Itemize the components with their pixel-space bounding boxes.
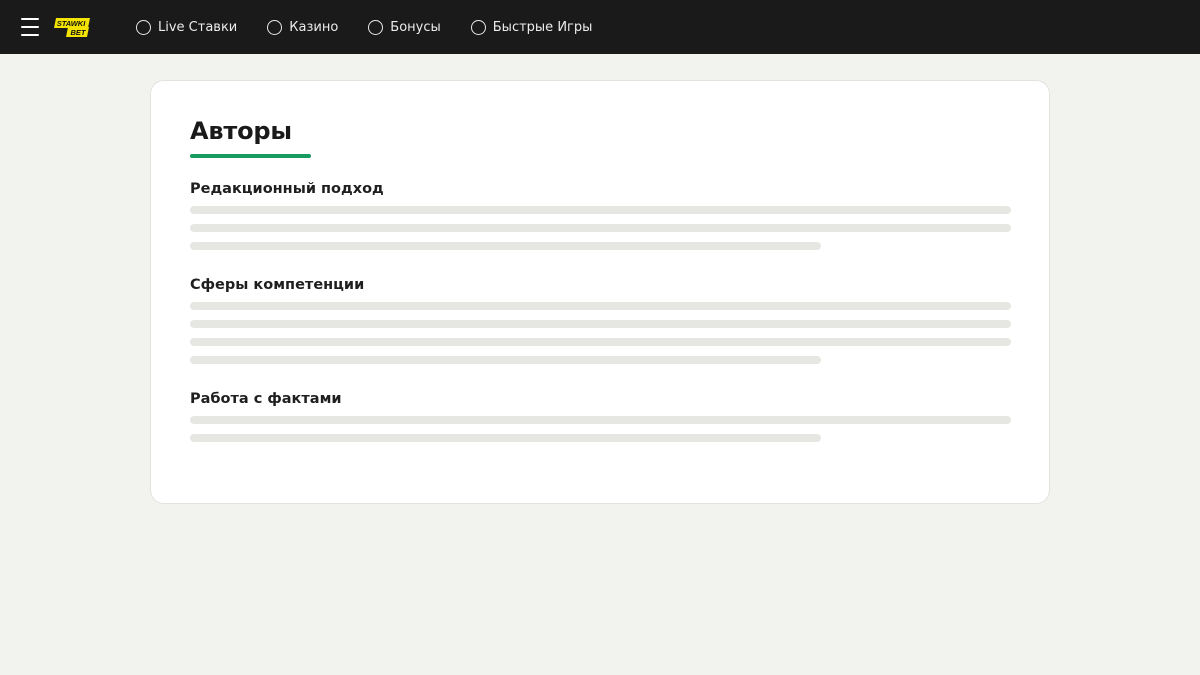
nav-item-fast-games[interactable]: Быстрые Игры bbox=[470, 0, 593, 54]
placeholder-line bbox=[190, 338, 1011, 346]
page-title: Авторы bbox=[190, 117, 292, 145]
nav-item-label: Казино bbox=[289, 19, 339, 35]
circle-icon bbox=[136, 19, 151, 35]
placeholder-line bbox=[190, 416, 1011, 424]
nav-item-casino[interactable]: Казино bbox=[267, 0, 338, 54]
placeholder-line bbox=[190, 242, 821, 250]
placeholder-line bbox=[190, 356, 821, 364]
site-logo[interactable]: STAWKI BET bbox=[54, 18, 90, 37]
main-nav: Live Ставки Казино Бонусы Быстрые Игры bbox=[136, 0, 622, 54]
section-title-fact-checking: Работа с фактами bbox=[190, 391, 342, 407]
circle-icon bbox=[368, 19, 384, 35]
placeholder-line bbox=[190, 206, 1011, 214]
placeholder-line bbox=[190, 224, 1011, 232]
placeholder-line bbox=[190, 434, 821, 442]
hamburger-menu-icon[interactable] bbox=[21, 17, 39, 37]
nav-item-bonuses[interactable]: Бонусы bbox=[368, 0, 441, 54]
placeholder-line bbox=[190, 302, 1011, 310]
nav-item-label: Быстрые Игры bbox=[492, 19, 593, 35]
section-title-areas-of-expertise: Сферы компетенции bbox=[190, 277, 365, 293]
placeholder-line bbox=[190, 320, 1011, 328]
section-title-editorial-approach: Редакционный подход bbox=[190, 181, 384, 197]
nav-item-live-bets[interactable]: Live Ставки bbox=[136, 0, 237, 54]
logo-text-line1: STAWKI bbox=[57, 19, 87, 28]
nav-item-label: Бонусы bbox=[390, 19, 441, 35]
top-navigation-bar: STAWKI BET Live Ставки Казино Бонусы Быс… bbox=[0, 0, 1200, 54]
circle-icon bbox=[470, 19, 486, 35]
authors-card: Авторы Редакционный подход Сферы компете… bbox=[150, 80, 1050, 504]
title-underline bbox=[190, 154, 311, 158]
circle-icon bbox=[267, 19, 283, 35]
logo-text-line2: BET bbox=[71, 28, 87, 37]
nav-item-label: Live Ставки bbox=[158, 19, 238, 35]
